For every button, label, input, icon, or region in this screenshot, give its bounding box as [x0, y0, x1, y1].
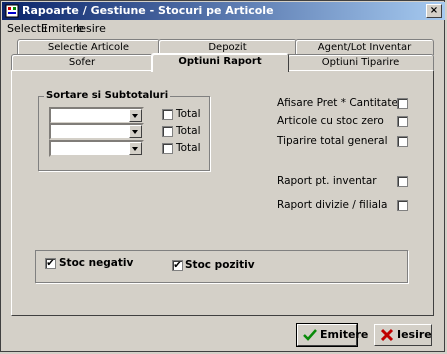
stoc-pozitiv-checkbox[interactable]: ✔ — [172, 260, 183, 271]
stoc-negativ-label: Stoc negativ — [59, 257, 134, 269]
total-label-3: Total — [176, 142, 201, 154]
emitere-button[interactable]: Emitere — [296, 323, 368, 347]
checkmark-icon — [303, 329, 317, 341]
sort-group-title: Sortare si Subtotaluri — [44, 90, 171, 101]
tab-sofer[interactable]: Sofer — [11, 54, 153, 70]
sort-combo-3[interactable] — [49, 140, 144, 157]
option-checkbox-stoc-zero[interactable] — [397, 116, 408, 127]
dropdown-arrow-icon[interactable] — [129, 142, 142, 155]
option-label-divizie-filiala: Raport divizie / filiala — [277, 199, 388, 211]
tab-agent-lot-inventar[interactable]: Agent/Lot Inventar — [295, 39, 434, 55]
total-checkbox-3[interactable] — [162, 143, 173, 154]
iesire-button[interactable]: Iesire — [374, 324, 432, 346]
total-checkbox-1[interactable] — [162, 109, 173, 120]
exit-x-icon — [380, 328, 394, 342]
tab-optiuni-tiparire[interactable]: Optiuni Tiparire — [287, 54, 434, 70]
report-window: Rapoarte / Gestiune - Stocuri pe Articol… — [0, 0, 445, 352]
sort-combo-2[interactable] — [49, 123, 144, 140]
dropdown-arrow-icon[interactable] — [129, 109, 142, 122]
option-label-total-general: Tiparire total general — [277, 135, 388, 147]
iesire-label: Iesire — [397, 328, 432, 341]
option-label-stoc-zero: Articole cu stoc zero — [277, 115, 384, 127]
option-label-raport-inventar: Raport pt. inventar — [277, 175, 377, 187]
option-label-pret-cantitate: Afisare Pret * Cantitate — [277, 97, 398, 109]
option-checkbox-raport-inventar[interactable] — [397, 176, 408, 187]
total-label-2: Total — [176, 125, 201, 137]
stoc-negativ-checkbox[interactable]: ✔ — [45, 258, 56, 269]
dropdown-arrow-icon[interactable] — [129, 125, 142, 138]
window-title: Rapoarte / Gestiune - Stocuri pe Articol… — [22, 4, 274, 17]
tab-optiuni-raport[interactable]: Optiuni Raport — [151, 53, 289, 72]
total-checkbox-2[interactable] — [162, 126, 173, 137]
option-checkbox-total-general[interactable] — [397, 136, 408, 147]
title-bar: Rapoarte / Gestiune - Stocuri pe Articol… — [2, 2, 445, 20]
option-checkbox-divizie-filiala[interactable] — [397, 200, 408, 211]
tab-selectie-articole[interactable]: Selectie Articole — [17, 39, 160, 55]
menu-bar: Selectii Emitere Iesire — [2, 20, 445, 37]
menu-iesire[interactable]: Iesire — [76, 22, 106, 35]
option-checkbox-pret-cantitate[interactable] — [397, 98, 408, 109]
total-label-1: Total — [176, 108, 201, 120]
app-icon — [5, 4, 19, 18]
sort-combo-1[interactable] — [49, 107, 144, 124]
emitere-label: Emitere — [320, 328, 369, 341]
close-button[interactable]: × — [426, 4, 442, 18]
stoc-pozitiv-label: Stoc pozitiv — [185, 259, 255, 271]
